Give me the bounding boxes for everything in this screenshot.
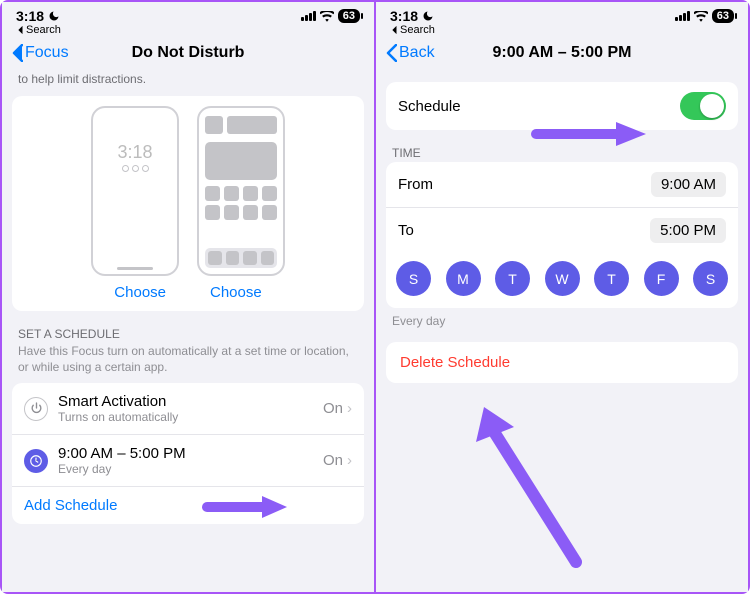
breadcrumb-label: Search [26,24,61,36]
from-label: From [398,176,641,193]
screen-customize-card: 3:18 Choose Choose [12,96,364,311]
right-pane: 3:18 63 Search Back 9:00 AM – 5:00 PM [376,2,748,592]
homescreen-preview [197,106,285,276]
schedule-label: Schedule [398,98,670,115]
wifi-icon [694,11,708,22]
row-title: 9:00 AM – 5:00 PM [58,445,313,462]
schedule-toggle-row: Schedule [386,82,738,130]
schedule-list: Smart Activation Turns on automatically … [12,383,364,524]
schedule-hint: Have this Focus turn on automatically at… [12,343,364,383]
day-wednesday[interactable]: W [545,261,580,296]
lockscreen-preview: 3:18 [91,106,179,276]
left-pane: 3:18 63 Search Focus Do Not Disturb to h… [2,2,376,592]
to-label: To [398,222,640,239]
day-thursday[interactable]: T [594,261,629,296]
mock-circles [99,165,171,172]
do-not-disturb-icon [48,10,60,22]
do-not-disturb-icon [422,10,434,22]
smart-activation-row[interactable]: Smart Activation Turns on automatically … [12,383,364,434]
timed-schedule-row[interactable]: 9:00 AM – 5:00 PM Every day On › [12,434,364,486]
choose-homescreen-button[interactable]: Choose [210,284,262,301]
row-state: On [323,400,343,417]
status-time: 3:18 [390,8,418,24]
cellular-icon [301,11,316,21]
chevron-right-icon: › [347,400,352,417]
from-row[interactable]: From 9:00 AM [386,162,738,207]
breadcrumb-label: Search [400,24,435,36]
delete-card: Delete Schedule [386,342,738,383]
status-time: 3:18 [16,8,44,24]
back-button[interactable]: Back [386,44,435,62]
row-sub: Every day [58,462,313,476]
battery-indicator: 63 [712,9,734,23]
to-value[interactable]: 5:00 PM [650,218,726,243]
truncated-hint: to help limit distractions. [12,72,364,96]
from-value[interactable]: 9:00 AM [651,172,726,197]
battery-indicator: 63 [338,9,360,23]
add-schedule-row[interactable]: Add Schedule [12,486,364,524]
day-tuesday[interactable]: T [495,261,530,296]
status-bar: 3:18 63 [376,2,748,24]
add-schedule-label: Add Schedule [24,497,117,514]
nav-bar: Back 9:00 AM – 5:00 PM [376,40,748,72]
nav-bar: Focus Do Not Disturb [2,40,374,72]
time-header: TIME [386,130,738,162]
choose-lockscreen-button[interactable]: Choose [114,284,166,301]
time-card: From 9:00 AM To 5:00 PM S M T W T F S [386,162,738,308]
schedule-toggle-card: Schedule [386,82,738,130]
mock-time: 3:18 [99,142,171,163]
annotation-arrow-icon [466,402,586,572]
status-bar: 3:18 63 [2,2,374,24]
days-row: S M T W T F S [386,253,738,308]
back-button[interactable]: Focus [12,44,69,62]
row-title: Smart Activation [58,393,313,410]
chevron-right-icon: › [347,452,352,469]
days-hint: Every day [386,308,738,342]
delete-schedule-button[interactable]: Delete Schedule [386,342,738,383]
day-friday[interactable]: F [644,261,679,296]
back-label: Focus [25,44,69,62]
schedule-toggle[interactable] [680,92,726,120]
day-monday[interactable]: M [446,261,481,296]
schedule-header: SET A SCHEDULE [12,311,364,343]
day-saturday[interactable]: S [693,261,728,296]
row-state: On [323,452,343,469]
breadcrumb[interactable]: Search [2,24,374,40]
power-icon [24,397,48,421]
day-sunday[interactable]: S [396,261,431,296]
back-label: Back [399,44,435,62]
clock-icon [24,449,48,473]
to-row[interactable]: To 5:00 PM [386,207,738,253]
row-sub: Turns on automatically [58,410,313,424]
wifi-icon [320,11,334,22]
breadcrumb[interactable]: Search [376,24,748,40]
cellular-icon [675,11,690,21]
